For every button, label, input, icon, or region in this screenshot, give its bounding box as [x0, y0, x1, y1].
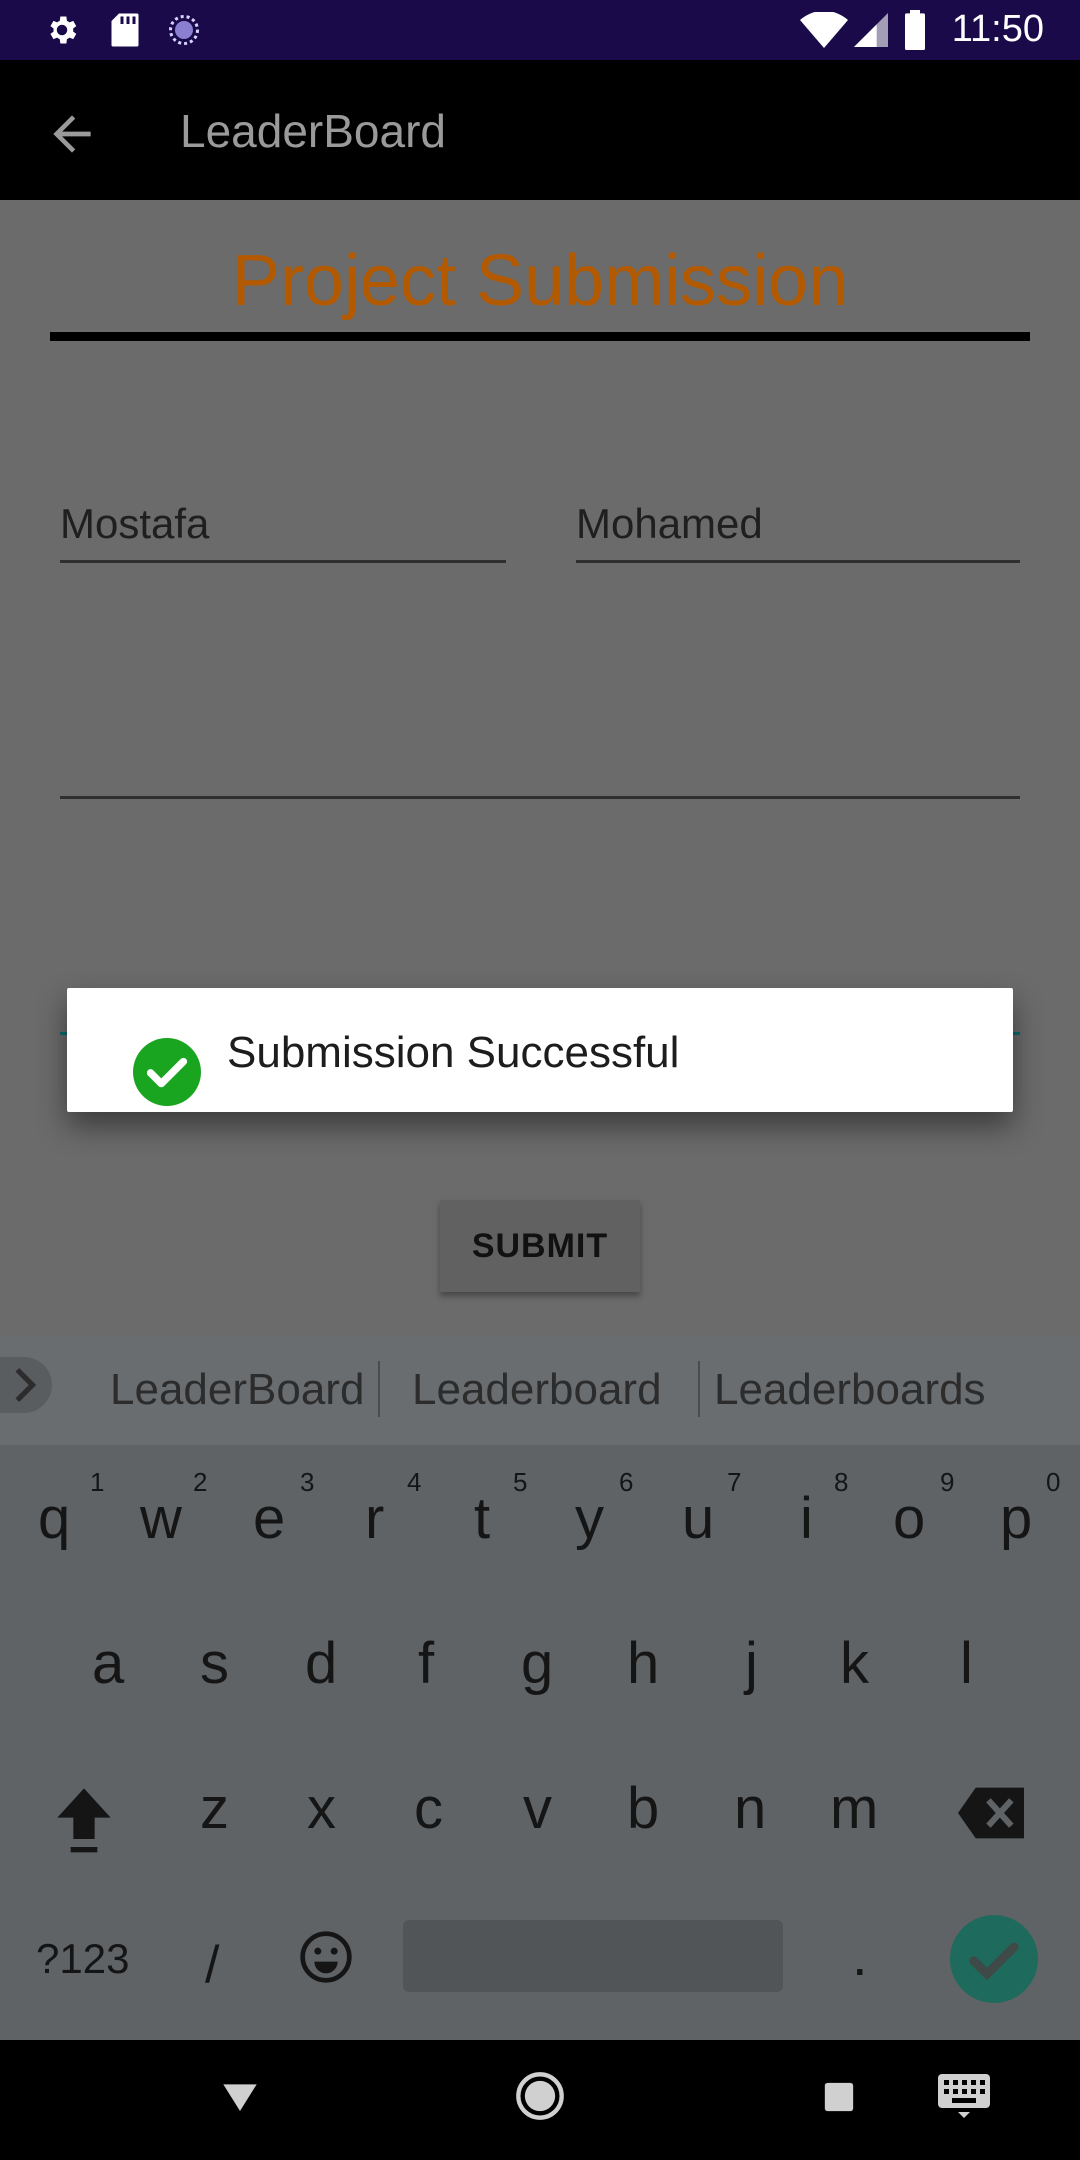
backspace-icon[interactable]: [958, 1787, 1024, 1839]
navigation-bar: [0, 2040, 1080, 2160]
key-hint-2: 2: [193, 1467, 208, 1497]
sync-icon: [169, 15, 199, 45]
check-circle-icon: [133, 1038, 201, 1106]
symbols-key[interactable]: ?123: [36, 1935, 129, 1983]
wifi-icon: [800, 12, 848, 48]
check-icon: [969, 1942, 1019, 1981]
success-toast: Submission Successful: [67, 988, 1013, 1112]
key-k[interactable]: k: [840, 1630, 869, 1697]
suggestion-2[interactable]: Leaderboard: [412, 1365, 662, 1415]
key-p[interactable]: p: [1000, 1485, 1032, 1552]
enter-button[interactable]: [950, 1915, 1038, 2003]
key-hint-7: 7: [727, 1467, 742, 1497]
submit-button[interactable]: SUBMIT: [440, 1200, 640, 1292]
suggestion-divider: [378, 1361, 380, 1417]
recents-icon[interactable]: [822, 2080, 856, 2114]
sd-card-icon: [111, 13, 139, 47]
key-t[interactable]: t: [474, 1485, 490, 1552]
title-underline: [50, 332, 1030, 341]
space-bar[interactable]: [403, 1920, 783, 1992]
slash-key[interactable]: /: [205, 1935, 219, 1995]
key-l[interactable]: l: [960, 1630, 973, 1697]
key-hint-1: 1: [90, 1467, 105, 1497]
expand-suggestions-button[interactable]: [0, 1357, 52, 1413]
last-name-field[interactable]: Mohamed: [576, 500, 1020, 563]
key-u[interactable]: u: [682, 1485, 714, 1552]
key-hint-6: 6: [619, 1467, 634, 1497]
submission-form: Project Submission Mostafa Mohamed SUBMI…: [0, 200, 1080, 1335]
key-n[interactable]: n: [734, 1775, 766, 1842]
chevron-right-icon: [15, 1367, 37, 1403]
key-b[interactable]: b: [627, 1775, 659, 1842]
key-c[interactable]: c: [414, 1775, 443, 1842]
key-w[interactable]: w: [140, 1485, 182, 1552]
first-name-field[interactable]: Mostafa: [60, 500, 506, 563]
toast-message: Submission Successful: [227, 1028, 680, 1077]
battery-icon: [905, 10, 925, 50]
key-v[interactable]: v: [523, 1775, 552, 1842]
shift-icon[interactable]: [52, 1783, 116, 1855]
gear-icon: [50, 16, 77, 44]
key-z[interactable]: z: [200, 1775, 229, 1842]
keyboard-icon[interactable]: [938, 2074, 990, 2118]
key-hint-5: 5: [513, 1467, 528, 1497]
key-hint-9: 9: [940, 1467, 955, 1497]
signal-icon: [854, 13, 888, 47]
status-time: 11:50: [951, 8, 1044, 50]
app-title: LeaderBoard: [180, 105, 446, 157]
home-icon[interactable]: [514, 2070, 566, 2122]
key-e[interactable]: e: [253, 1485, 285, 1552]
email-field[interactable]: [60, 736, 1020, 799]
suggestion-1[interactable]: LeaderBoard: [110, 1365, 364, 1415]
status-bar: 11:50: [0, 0, 1080, 60]
nav-back-icon[interactable]: [220, 2076, 260, 2116]
key-a[interactable]: a: [92, 1630, 124, 1697]
suggestion-bar: LeaderBoard Leaderboard Leaderboards: [0, 1335, 1080, 1445]
key-g[interactable]: g: [521, 1630, 553, 1697]
app-bar: LeaderBoard: [0, 60, 1080, 200]
key-i[interactable]: i: [800, 1485, 813, 1552]
key-s[interactable]: s: [200, 1630, 229, 1697]
arrow-back-icon[interactable]: [44, 106, 100, 162]
suggestion-divider: [698, 1361, 700, 1417]
key-j[interactable]: j: [745, 1630, 758, 1697]
key-y[interactable]: y: [575, 1485, 604, 1552]
key-h[interactable]: h: [627, 1630, 659, 1697]
key-hint-0: 0: [1046, 1467, 1061, 1497]
key-q[interactable]: q: [38, 1485, 70, 1552]
suggestion-3[interactable]: Leaderboards: [714, 1365, 986, 1415]
soft-keyboard: LeaderBoard Leaderboard Leaderboards q w…: [0, 1335, 1080, 2040]
emoji-icon[interactable]: [298, 1929, 354, 1985]
key-o[interactable]: o: [893, 1485, 925, 1552]
page-title: Project Submission: [231, 241, 849, 321]
key-r[interactable]: r: [365, 1485, 384, 1552]
key-x[interactable]: x: [307, 1775, 336, 1842]
key-f[interactable]: f: [418, 1630, 434, 1697]
key-m[interactable]: m: [830, 1775, 878, 1842]
key-hint-8: 8: [834, 1467, 849, 1497]
key-d[interactable]: d: [305, 1630, 337, 1697]
period-key[interactable]: .: [852, 1923, 868, 1988]
key-hint-3: 3: [300, 1467, 315, 1497]
key-hint-4: 4: [407, 1467, 422, 1497]
